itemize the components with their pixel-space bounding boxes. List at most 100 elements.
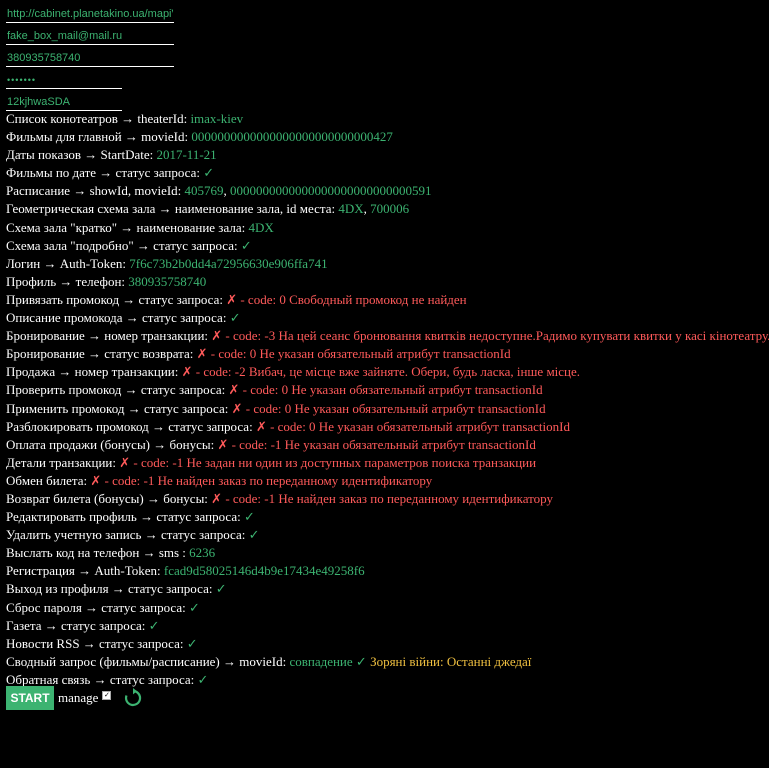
result-row: Профиль → телефон: 380935758740 xyxy=(6,273,769,291)
result-value: 4DX xyxy=(245,219,274,235)
result-row: Продажа → номер транзакции: ✗ - code: -2… xyxy=(6,363,769,381)
result-row: Выслать код на телефон → sms : 6236 xyxy=(6,544,769,562)
result-label: Список конотеатров → theaterId: xyxy=(6,111,188,126)
result-label: Проверить промокод → статус запроса: xyxy=(6,382,226,398)
email-input[interactable] xyxy=(6,28,174,45)
result-label: Бронирование → номер транзакции: xyxy=(6,328,209,344)
result-row: Проверить промокод → статус запроса: ✗ -… xyxy=(6,381,769,399)
result-label: Продажа → номер транзакции: xyxy=(6,364,179,380)
result-row: Возврат билета (бонусы) → бонусы: ✗ - co… xyxy=(6,490,769,508)
result-value: ✓ xyxy=(194,671,209,687)
result-row: Бронирование → номер транзакции: ✗ - cod… xyxy=(6,327,769,345)
result-label: Логин → Auth-Token: xyxy=(6,255,126,271)
manage-checkbox[interactable]: ✓ xyxy=(102,690,112,700)
result-value: 700006 xyxy=(370,201,410,217)
result-value: fcad9d58025146d4b9e17434e49258f6 xyxy=(160,563,365,579)
result-row: Список конотеатров → theaterId: imax-kie… xyxy=(6,110,769,128)
result-label: Профиль → телефон: xyxy=(6,273,126,289)
result-value: ✗ - code: 0 Не указан обязательный атриб… xyxy=(228,400,546,416)
result-row: Газета → статус запроса: ✓ xyxy=(6,617,769,635)
result-row: Логин → Auth-Token: 7f6c73b2b0dd4a729566… xyxy=(6,255,769,273)
result-label: Схема зала "подробно" → статус запроса: xyxy=(6,237,238,253)
result-label: Геометрическая схема зала → наименование… xyxy=(6,201,336,217)
result-value: ✗ - code: -1 Не найден заказ по переданн… xyxy=(207,490,554,506)
result-value: ✗ - code: 0 Не указан обязательный атриб… xyxy=(252,418,570,434)
result-value: совпадение ✓ xyxy=(286,653,367,669)
result-label: Сброс пароля → статус запроса: xyxy=(6,599,186,615)
result-label: Редактировать профиль → статус запроса: xyxy=(6,509,241,525)
result-row: Применить промокод → статус запроса: ✗ -… xyxy=(6,400,769,418)
result-row: Редактировать профиль → статус запроса: … xyxy=(6,508,769,526)
result-value: ✓ xyxy=(245,527,260,543)
result-value: imax-kiev xyxy=(187,111,244,126)
result-label: Фильмы по дате → статус запроса: xyxy=(6,165,200,181)
result-label: Обратная связь → статус запроса: xyxy=(6,671,195,687)
result-value: 6236 xyxy=(185,545,216,561)
result-row: Даты показов → StartDate: 2017-11-21 xyxy=(6,146,769,164)
result-row: Расписание → showId, movieId: 405769, 00… xyxy=(6,182,769,200)
result-value: ✓ xyxy=(199,165,215,181)
result-value: 2017-11-21 xyxy=(153,147,217,163)
result-row: Схема зала "кратко" → наименование зала:… xyxy=(6,219,769,237)
result-row: Удалить учетную запись → статус запроса:… xyxy=(6,526,769,544)
result-value: ✓ xyxy=(226,310,241,326)
result-label: Привязать промокод → статус запроса: xyxy=(6,291,223,307)
result-row: Описание промокода → статус запроса: ✓ xyxy=(6,309,769,327)
result-value: ✓ xyxy=(185,599,200,615)
result-row: Фильмы для главной → movieId: 0000000000… xyxy=(6,128,769,146)
result-row: Сводный запрос (фильмы/расписание) → mov… xyxy=(6,653,769,671)
result-label: Регистрация → Auth-Token: xyxy=(6,563,161,579)
result-value: ✗ - code: 0 Не указан обязательный атриб… xyxy=(225,382,543,398)
result-value: ✓ xyxy=(145,617,160,633)
result-label: Схема зала "кратко" → наименование зала: xyxy=(6,219,246,235)
result-label: Описание промокода → статус запроса: xyxy=(6,310,227,326)
result-label: Оплата продажи (бонусы) → бонусы: xyxy=(6,436,215,452)
result-label: Новости RSS → статус запроса: xyxy=(6,635,184,651)
result-label: Применить промокод → статус запроса: xyxy=(6,400,229,416)
result-value: ✗ - code: -2 Вибач, це місце вже зайняте… xyxy=(178,364,581,380)
phone-input[interactable] xyxy=(6,50,174,67)
result-label: Сводный запрос (фильмы/расписание) → mov… xyxy=(6,653,287,669)
result-label: Удалить учетную запись → статус запроса: xyxy=(6,527,246,543)
result-value: ✗ - code: 0 Не указан обязательный атриб… xyxy=(193,346,511,362)
result-value: ✓ xyxy=(240,509,255,525)
result-row: Новости RSS → статус запроса: ✓ xyxy=(6,635,769,653)
result-label: Разблокировать промокод → статус запроса… xyxy=(6,418,253,434)
results-list: Список конотеатров → theaterId: imax-kie… xyxy=(6,110,769,689)
result-row: Регистрация → Auth-Token: fcad9d58025146… xyxy=(6,562,769,580)
code-input[interactable] xyxy=(6,94,122,111)
result-label: Возврат билета (бонусы) → бонусы: xyxy=(6,490,208,506)
result-row: Привязать промокод → статус запроса: ✗ -… xyxy=(6,291,769,309)
result-label: Выслать код на телефон → sms : xyxy=(6,545,186,561)
result-row: Обмен билета: ✗ - code: -1 Не найден зак… xyxy=(6,472,769,490)
result-value: 7f6c73b2b0dd4a72956630e906ffa741 xyxy=(125,255,328,271)
result-value: 405769 xyxy=(181,183,224,199)
result-value: 0000000000000000000000000000591 xyxy=(230,183,432,199)
result-label: Детали транзакции: xyxy=(6,454,116,470)
result-row: Оплата продажи (бонусы) → бонусы: ✗ - co… xyxy=(6,436,769,454)
result-label: Обмен билета: xyxy=(6,472,88,488)
result-row: Бронирование → статус возврата: ✗ - code… xyxy=(6,345,769,363)
app-root: Список конотеатров → theaterId: imax-kie… xyxy=(0,0,769,710)
result-row: Схема зала "подробно" → статус запроса: … xyxy=(6,237,769,255)
result-row: Разблокировать промокод → статус запроса… xyxy=(6,418,769,436)
start-button[interactable]: START xyxy=(6,686,54,710)
result-value: Зоряні війни: Останні джедаї xyxy=(366,653,532,669)
result-row: Выход из профиля → статус запроса: ✓ xyxy=(6,580,769,598)
result-label: Бронирование → статус возврата: xyxy=(6,346,194,362)
result-value: ✓ xyxy=(212,581,227,597)
api-url-input[interactable] xyxy=(6,6,174,23)
control-bar: START manage ✓ xyxy=(6,686,143,710)
result-value: 0000000000000000000000000000427 xyxy=(188,129,393,145)
result-value: ✗ - code: -1 Не указан обязательный атри… xyxy=(214,436,536,452)
result-row: Сброс пароля → статус запроса: ✓ xyxy=(6,599,769,617)
result-label: Фильмы для главной → movieId: xyxy=(6,129,189,145)
refresh-icon[interactable] xyxy=(123,688,143,708)
result-label: Расписание → showId, movieId: xyxy=(6,183,182,199)
manage-label: manage xyxy=(58,690,99,705)
result-value: ✗ - code: 0 Свободный промокод не найден xyxy=(222,291,467,307)
password-input[interactable] xyxy=(6,72,122,89)
result-value: 4DX xyxy=(335,201,364,217)
result-value: ✗ - code: -3 На цей сеанс бронювання кви… xyxy=(208,328,769,344)
result-row: Фильмы по дате → статус запроса: ✓ xyxy=(6,164,769,182)
